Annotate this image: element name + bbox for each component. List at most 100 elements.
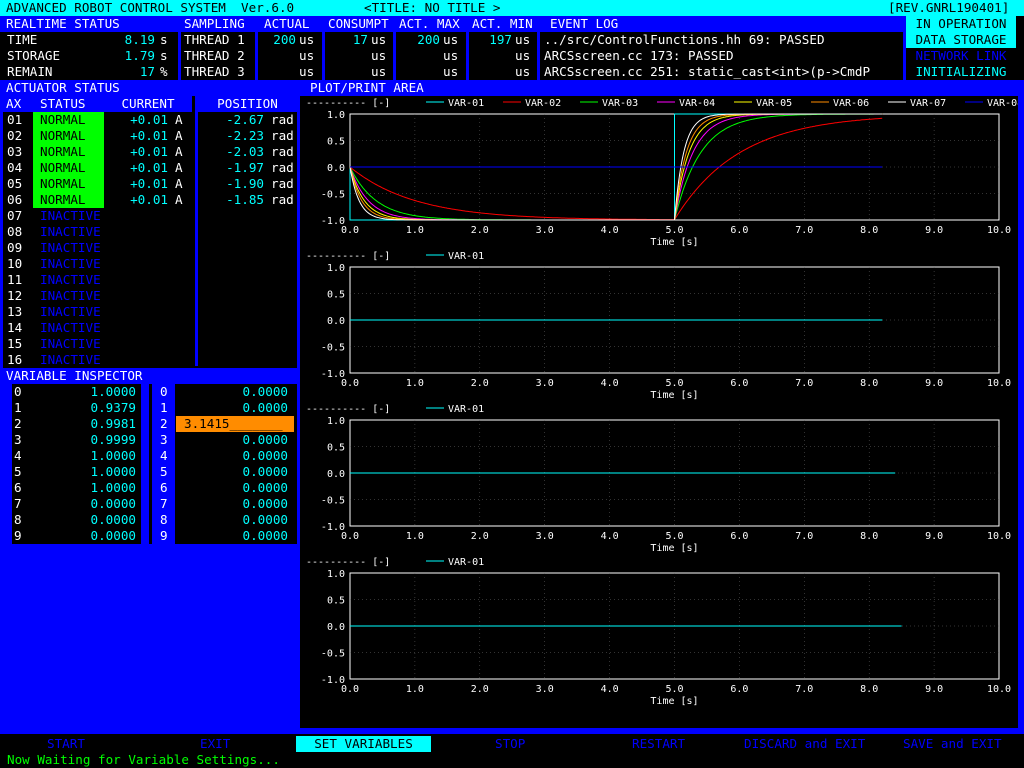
stop-button[interactable]: STOP (495, 736, 525, 752)
inspector-left-value[interactable]: 1.0000 (60, 480, 137, 496)
axis-number: 05 (7, 176, 23, 191)
restart-button[interactable]: RESTART (632, 736, 685, 752)
axis-number: 10 (7, 256, 23, 271)
app-title: ADVANCED ROBOT CONTROL SYSTEM Ver.6.0 (6, 0, 295, 15)
inspector-left-index: 8 (14, 512, 22, 527)
axis-status-badge: INACTIVE (33, 336, 104, 352)
axis-status-badge: NORMAL (33, 128, 104, 144)
x-tick-label: 8.0 (860, 225, 878, 236)
thread-consumpt-unit: us (371, 48, 387, 63)
axis-current-unit: A (175, 160, 183, 175)
y-tick-label: 0.5 (327, 443, 345, 454)
inspector-right-value[interactable]: 0.0000 (190, 480, 289, 496)
inspector-right-value[interactable]: 0.0000 (190, 496, 289, 512)
x-tick-label: 1.0 (406, 531, 424, 542)
realtime-value: 17 (139, 64, 155, 79)
exit-button[interactable]: EXIT (200, 736, 230, 752)
sampling-header: SAMPLING (181, 16, 258, 32)
axis-number: 03 (7, 144, 23, 159)
discard-and-exit-button[interactable]: DISCARD and EXIT (744, 736, 865, 752)
chart-1: ---------- [-] VAR-01 VAR-02 VAR-03 VAR-04 VA… (306, 98, 1018, 248)
x-tick-label: 10.0 (987, 378, 1011, 389)
inspector-edit-field[interactable]: 3.1415_______ (176, 416, 294, 432)
inspector-right-value[interactable]: 0.0000 (190, 512, 289, 528)
variable-inspector-header: VARIABLE INSPECTOR (0, 368, 300, 384)
y-tick-label: -1.0 (321, 216, 345, 227)
in-operation-indicator: IN OPERATION (906, 16, 1016, 32)
x-tick-label: 7.0 (795, 225, 813, 236)
set-variables-button[interactable]: SET VARIABLES (296, 736, 431, 752)
inspector-right-value[interactable]: 0.0000 (190, 464, 289, 480)
x-axis-label: Time [s] (650, 696, 698, 707)
legend-prefix: ---------- [-] (306, 557, 390, 568)
axis-status-badge: INACTIVE (33, 352, 104, 368)
inspector-right-value[interactable]: 0.0000 (190, 528, 289, 544)
actuator-row: 08 INACTIVE (0, 224, 300, 240)
axis-current-value: +0.01 (130, 112, 168, 127)
y-tick-label: 0.5 (327, 290, 345, 301)
axis-position-unit: rad (271, 144, 294, 159)
thread-consumpt-unit: us (371, 64, 387, 79)
x-tick-label: 6.0 (730, 684, 748, 695)
thread-name: THREAD 3 (184, 64, 245, 79)
inspector-right-value[interactable]: 0.0000 (190, 448, 289, 464)
x-tick-label: 6.0 (730, 225, 748, 236)
inspector-left-value[interactable]: 0.9981 (60, 416, 137, 432)
series-line (349, 117, 883, 221)
x-tick-label: 3.0 (536, 684, 554, 695)
inspector-left-value[interactable]: 0.9999 (60, 432, 137, 448)
legend-entry: VAR-04 (679, 98, 715, 109)
realtime-label: REMAIN (7, 64, 53, 79)
start-button[interactable]: START (47, 736, 85, 752)
legend-entry: VAR-01 (448, 251, 484, 262)
actuator-row: 05 NORMAL +0.01 A -1.90 rad (0, 176, 300, 192)
event-log-line: ARCSscreen.cc 251: static_cast<int>(p->C… (544, 64, 871, 79)
inspector-left-value[interactable]: 1.0000 (60, 384, 137, 400)
network-link-indicator: NETWORK LINK (915, 48, 1007, 63)
thread-max-value (396, 64, 440, 80)
axis-number: 07 (7, 208, 23, 223)
inspector-right-index: 2 (160, 416, 168, 431)
axis-position-value: -1.85 (226, 192, 264, 207)
inspector-left-value[interactable]: 0.9379 (60, 400, 137, 416)
inspector-left-index: 4 (14, 448, 22, 463)
realtime-status-header: REALTIME STATUS (0, 16, 184, 32)
command-bar: START EXIT SET VARIABLES STOP RESTART DI… (0, 736, 1024, 752)
inspector-right-value[interactable]: 0.0000 (190, 400, 289, 416)
thread-max-unit: us (443, 32, 459, 47)
inspector-right-index: 1 (160, 400, 168, 415)
axis-position-unit: rad (271, 128, 294, 143)
realtime-label: TIME (7, 32, 38, 47)
x-tick-label: 5.0 (665, 684, 683, 695)
x-tick-label: 3.0 (536, 531, 554, 542)
event-log-line: ../src/ControlFunctions.hh 69: PASSED (544, 32, 825, 47)
x-tick-label: 5.0 (665, 378, 683, 389)
inspector-left-value[interactable]: 0.0000 (60, 528, 137, 544)
inspector-left-value[interactable]: 0.0000 (60, 512, 137, 528)
x-tick-label: 9.0 (925, 225, 943, 236)
axis-position-unit: rad (271, 160, 294, 175)
inspector-left-value[interactable]: 1.0000 (60, 464, 137, 480)
thread-consumpt-value (325, 48, 368, 64)
revision-label: [REV.GNRL190401] (888, 0, 1010, 15)
actuator-row: 15 INACTIVE (0, 336, 300, 352)
axis-status-badge: INACTIVE (33, 272, 104, 288)
save-and-exit-button[interactable]: SAVE and EXIT (903, 736, 1002, 752)
axis-number: 12 (7, 288, 23, 303)
inspector-left-index: 7 (14, 496, 22, 511)
y-tick-label: 1.0 (327, 569, 345, 580)
inspector-left-value[interactable]: 0.0000 (60, 496, 137, 512)
actuator-status-header: ACTUATOR STATUS (0, 80, 300, 96)
x-tick-label: 8.0 (860, 684, 878, 695)
x-tick-label: 3.0 (536, 225, 554, 236)
thread-consumpt-unit: us (371, 32, 387, 47)
x-axis-label: Time [s] (650, 390, 698, 401)
axis-current-value: +0.01 (130, 176, 168, 191)
y-tick-label: 0.0 (327, 316, 345, 327)
inspector-right-value[interactable]: 0.0000 (190, 432, 289, 448)
axis-current-unit: A (175, 176, 183, 191)
thread-min-unit: us (515, 64, 531, 79)
inspector-right-value[interactable]: 0.0000 (190, 384, 289, 400)
inspector-left-value[interactable]: 1.0000 (60, 448, 137, 464)
legend-prefix: ---------- [-] (306, 98, 390, 109)
